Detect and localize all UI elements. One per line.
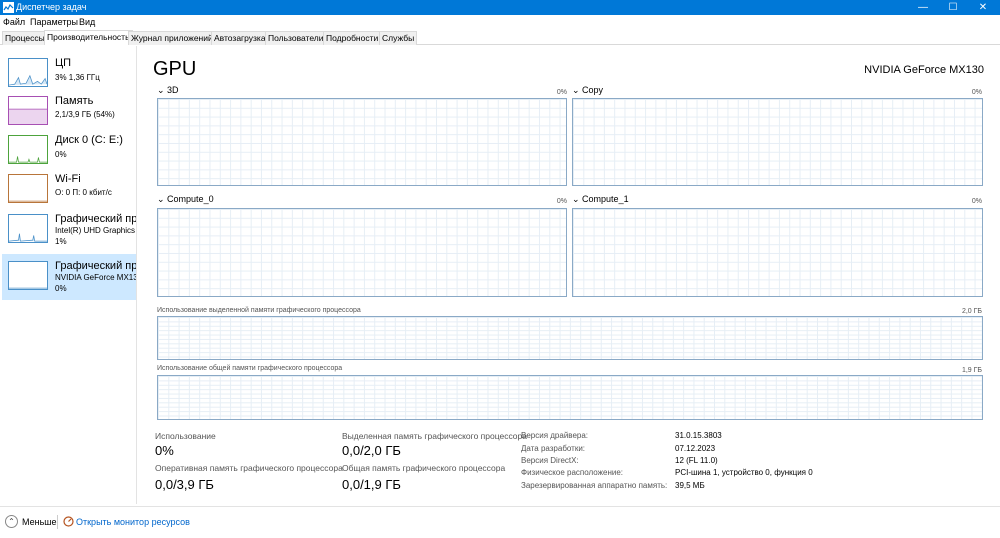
open-resource-monitor-link[interactable]: Открыть монитор ресурсов	[76, 517, 190, 528]
tab-services[interactable]: Службы	[379, 31, 418, 45]
window-title: Диспетчер задач	[16, 2, 87, 12]
sidebar-item-title: Графический процессор 0	[55, 213, 137, 225]
footer: ⌃ Меньше Открыть монитор ресурсов	[0, 506, 1000, 538]
driver-date-key: Дата разработки:	[521, 444, 586, 453]
sidebar-item-detail: 3% 1,36 ГГц	[55, 73, 100, 82]
performance-sidebar: ЦП 3% 1,36 ГГц Память 2,1/3,9 ГБ (54%) Д…	[0, 46, 137, 504]
sidebar-item-title: Диск 0 (C: E:)	[55, 134, 123, 146]
gpu-memory-value: 0,0/3,9 ГБ	[155, 477, 214, 492]
graph-pct-copy: 0%	[971, 89, 982, 96]
sidebar-item-wifi[interactable]: Wi-Fi О: 0 П: 0 кбит/с	[2, 170, 136, 208]
reserved-memory-key: Зарезервированная аппаратно память:	[521, 481, 668, 490]
dedicated-memory-graph	[157, 316, 983, 360]
gpu-memory-label: Оперативная память графического процессо…	[155, 463, 343, 473]
page-title: GPU	[153, 58, 197, 80]
graph-label-compute-1[interactable]: ⌄ Compute_1	[572, 194, 629, 205]
shared-memory-graph	[157, 375, 983, 420]
gpu0-thumbnail-graph	[8, 214, 48, 243]
sidebar-item-detail: 0%	[55, 150, 67, 159]
gpu1-thumbnail-graph	[8, 261, 48, 290]
directx-version-key: Версия DirectX:	[521, 456, 579, 465]
graph-copy	[572, 98, 983, 186]
tab-startup[interactable]: Автозагрузка	[211, 31, 269, 45]
dedicated-memory-label: Выделенная память графического процессор…	[342, 431, 527, 441]
shared-memory-graph-label: Использование общей памяти графического …	[157, 365, 343, 372]
tab-details[interactable]: Подробности	[323, 31, 382, 45]
fewer-details-button[interactable]: Меньше	[22, 517, 57, 528]
sidebar-item-title: Wi-Fi	[55, 173, 81, 185]
sidebar-item-cpu[interactable]: ЦП 3% 1,36 ГГц	[2, 54, 136, 92]
usage-label: Использование	[155, 431, 216, 441]
graph-label-compute-0[interactable]: ⌄ Compute_0	[157, 194, 214, 205]
reserved-memory-value: 39,5 МБ	[675, 481, 705, 490]
chevron-up-icon[interactable]: ⌃	[5, 515, 18, 528]
footer-divider	[57, 515, 58, 529]
graph-label-copy[interactable]: ⌄ Copy	[572, 85, 603, 96]
graph-3d	[157, 98, 567, 186]
directx-version-value: 12 (FL 11.0)	[675, 456, 718, 465]
driver-date-value: 07.12.2023	[675, 444, 716, 453]
dedicated-memory-graph-label: Использование выделенной памяти графичес…	[157, 307, 361, 314]
memory-thumbnail-graph	[8, 96, 48, 125]
physical-location-key: Физическое расположение:	[521, 468, 623, 477]
sidebar-item-memory[interactable]: Память 2,1/3,9 ГБ (54%)	[2, 92, 136, 130]
sidebar-item-title: Графический процессор 1	[55, 260, 137, 272]
usage-value: 0%	[155, 443, 174, 458]
tab-app-history[interactable]: Журнал приложений	[128, 31, 216, 45]
title-bar: Диспетчер задач — ☐ ✕	[0, 0, 1000, 15]
driver-version-value: 31.0.15.3803	[675, 431, 722, 440]
wifi-thumbnail-graph	[8, 174, 48, 203]
sidebar-item-detail: О: 0 П: 0 кбит/с	[55, 188, 112, 197]
disk-thumbnail-graph	[8, 135, 48, 164]
tab-users[interactable]: Пользователи	[265, 31, 327, 45]
sidebar-item-detail: NVIDIA GeForce MX130	[55, 273, 137, 282]
shared-memory-value: 0,0/1,9 ГБ	[342, 477, 401, 492]
physical-location-value: PCI-шина 1, устройство 0, функция 0	[675, 468, 813, 477]
sidebar-item-title: Память	[55, 95, 94, 107]
driver-version-key: Версия драйвера:	[521, 431, 589, 440]
graph-pct-compute-0: 0%	[556, 198, 567, 205]
graph-compute-0	[157, 208, 567, 297]
menu-bar: Файл Параметры Вид	[0, 15, 1000, 29]
sidebar-item-detail: Intel(R) UHD Graphics 620	[55, 226, 136, 235]
tab-performance[interactable]: Производительность	[44, 30, 133, 45]
menu-view[interactable]: Вид	[79, 17, 95, 27]
graph-label-3d[interactable]: ⌄ 3D	[157, 85, 179, 96]
shared-memory-label: Общая память графического процессора	[342, 463, 506, 473]
graph-compute-1	[572, 208, 983, 297]
maximize-button[interactable]: ☐	[938, 0, 968, 15]
sidebar-item-usage: 0%	[55, 284, 67, 293]
task-manager-icon	[3, 2, 14, 13]
sidebar-item-title: ЦП	[55, 57, 72, 69]
minimize-button[interactable]: —	[908, 0, 938, 15]
close-button[interactable]: ✕	[968, 0, 998, 15]
cpu-thumbnail-graph	[8, 58, 48, 87]
menu-file[interactable]: Файл	[3, 17, 25, 27]
menu-options[interactable]: Параметры	[30, 17, 78, 27]
dedicated-memory-graph-max: 2,0 ГБ	[961, 308, 982, 315]
sidebar-item-disk[interactable]: Диск 0 (C: E:) 0%	[2, 131, 136, 169]
tab-bar: Процессы Производительность Журнал прило…	[0, 30, 1000, 45]
device-name: NVIDIA GeForce MX130	[864, 64, 984, 76]
graph-pct-compute-1: 0%	[971, 198, 982, 205]
graph-pct-3d: 0%	[556, 89, 567, 96]
dedicated-memory-value: 0,0/2,0 ГБ	[342, 443, 401, 458]
sidebar-item-gpu-1[interactable]: Графический процессор 1 NVIDIA GeForce M…	[2, 254, 136, 300]
sidebar-item-detail: 2,1/3,9 ГБ (54%)	[55, 110, 115, 119]
resource-monitor-icon	[63, 516, 74, 527]
sidebar-item-usage: 1%	[55, 237, 67, 246]
sidebar-item-gpu-0[interactable]: Графический процессор 0 Intel(R) UHD Gra…	[2, 210, 136, 248]
tab-processes[interactable]: Процессы	[2, 31, 48, 45]
shared-memory-graph-max: 1,9 ГБ	[961, 367, 982, 374]
